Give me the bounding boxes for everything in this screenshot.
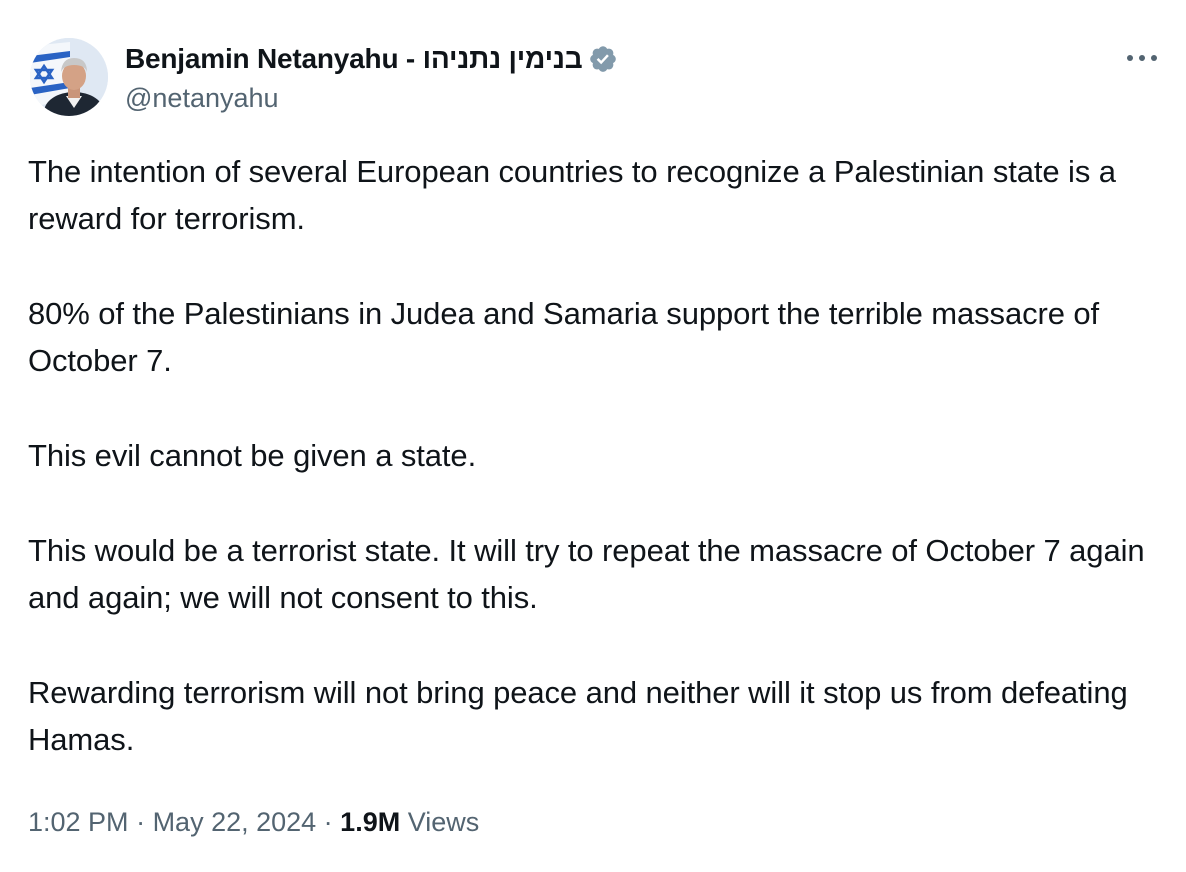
tweet-time: 1:02 PM [28,807,129,837]
tweet-paragraph: This would be a terrorist state. It will… [28,533,1145,615]
tweet-paragraph: 80% of the Palestinians in Judea and Sam… [28,296,1100,378]
timestamp-link[interactable]: 1:02 PM · May 22, 2024 [28,807,316,837]
tweet-card: Benjamin Netanyahu - בנימין נתניהו @neta… [0,0,1186,872]
display-name[interactable]: Benjamin Netanyahu - בנימין נתניהו [125,43,583,75]
tweet-header: Benjamin Netanyahu - בנימין נתניהו @neta… [125,40,618,116]
more-options-icon [1127,55,1157,61]
tweet-date: May 22, 2024 [152,807,317,837]
meta-separator: · [128,807,153,837]
tweet-text: The intention of several European countr… [28,148,1158,763]
profile-photo-icon [30,38,108,116]
verified-badge-icon [588,44,618,74]
views-label: Views [400,807,480,837]
meta-separator: · [316,807,341,837]
tweet-paragraph: The intention of several European countr… [28,154,1116,236]
tweet-paragraph: This evil cannot be given a state. [28,438,477,473]
tweet-paragraph: Rewarding terrorism will not bring peace… [28,675,1128,757]
avatar[interactable] [30,38,108,116]
more-options-button[interactable] [1122,44,1162,72]
views-count: 1.9M [340,807,401,837]
user-handle[interactable]: @netanyahu [125,80,618,116]
name-row: Benjamin Netanyahu - בנימין נתניהו [125,40,618,78]
tweet-metadata: 1:02 PM · May 22, 2024 · 1.9M Views [28,802,479,842]
